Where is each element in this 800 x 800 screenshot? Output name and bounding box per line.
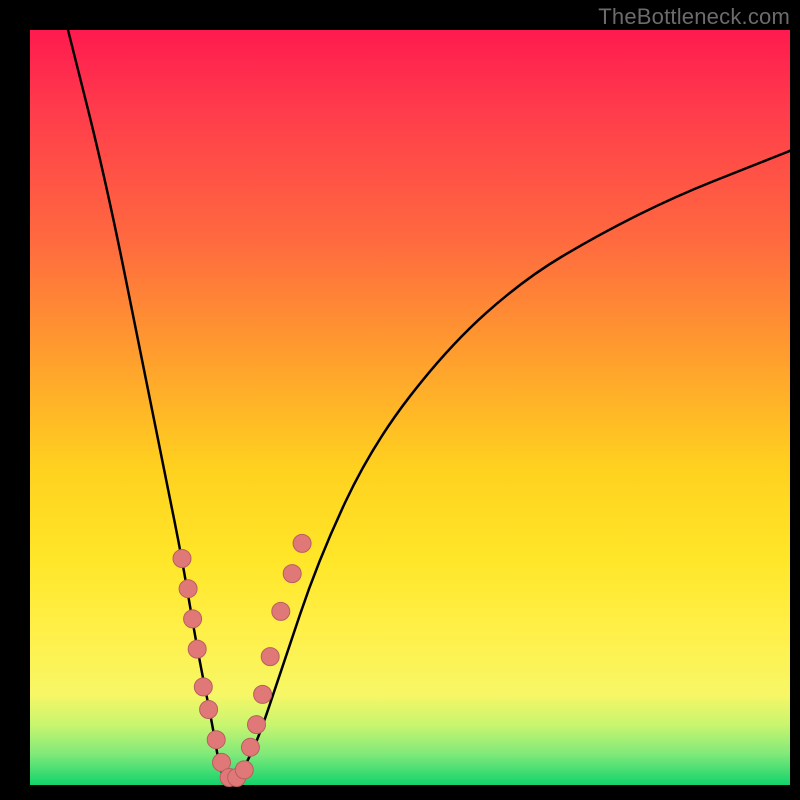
marker-point bbox=[235, 761, 253, 779]
plot-area bbox=[30, 30, 790, 785]
marker-point bbox=[293, 534, 311, 552]
outer-frame: TheBottleneck.com bbox=[0, 0, 800, 800]
marker-point bbox=[207, 731, 225, 749]
marker-point bbox=[194, 678, 212, 696]
marker-point bbox=[283, 565, 301, 583]
marker-point bbox=[184, 610, 202, 628]
marker-point bbox=[179, 580, 197, 598]
marker-point bbox=[254, 685, 272, 703]
marker-point bbox=[173, 550, 191, 568]
chart-svg bbox=[30, 30, 790, 785]
marker-point bbox=[248, 716, 266, 734]
marker-point bbox=[261, 648, 279, 666]
highlight-markers bbox=[173, 534, 311, 786]
marker-point bbox=[272, 602, 290, 620]
marker-point bbox=[188, 640, 206, 658]
watermark-text: TheBottleneck.com bbox=[598, 4, 790, 30]
marker-point bbox=[200, 701, 218, 719]
marker-point bbox=[241, 738, 259, 756]
bottleneck-curve bbox=[68, 30, 790, 785]
